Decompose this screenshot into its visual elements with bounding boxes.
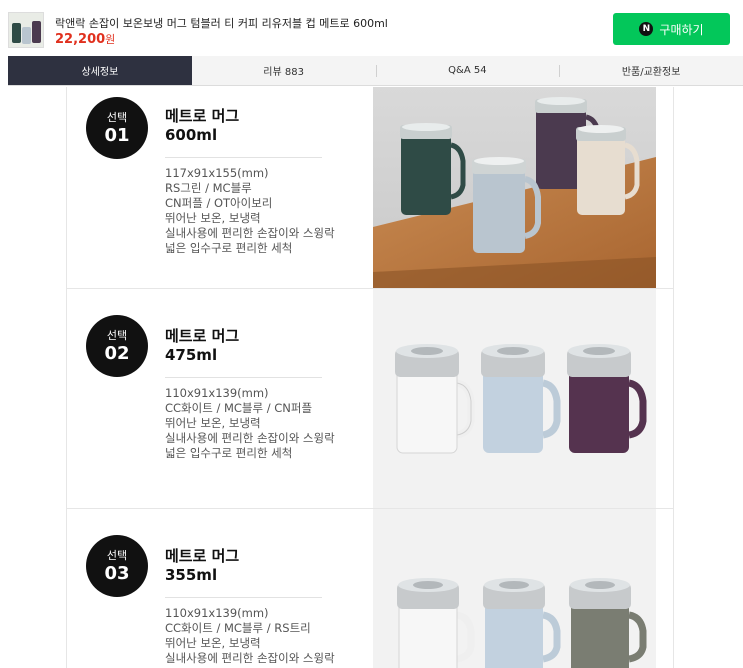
tab-qna[interactable]: Q&A 54 (375, 56, 560, 85)
tab-detail-info[interactable]: 상세정보 (8, 56, 192, 85)
option-badge: 선택 03 (86, 535, 148, 597)
option-size: 600ml (165, 126, 218, 144)
badge-number: 02 (104, 343, 130, 364)
detail-line: 뛰어난 보온, 보냉력 (165, 416, 261, 430)
option-name: 메트로 머그 475ml (165, 327, 239, 365)
option-title: 메트로 머그 (165, 107, 240, 125)
badge-label: 선택 (106, 549, 128, 562)
detail-line: 실내사용에 편리한 손잡이와 스윙락 (165, 651, 335, 665)
badge-number: 03 (104, 563, 130, 584)
option-details: 117x91x155(mm) RS그린 / MC블루 CN퍼플 / OT아이보리… (165, 166, 335, 256)
divider (165, 157, 322, 158)
product-header: 락앤락 손잡이 보온보냉 머그 텀블러 티 커피 리유저블 컵 메트로 600m… (0, 0, 743, 56)
detail-line: 실내사용에 편리한 손잡이와 스윙락 (165, 431, 335, 445)
detail-line: 110x91x139(mm) (165, 386, 269, 400)
product-price: 22,200원 (55, 31, 115, 47)
detail-tabs: 상세정보 리뷰 883 Q&A 54 반품/교환정보 (8, 56, 743, 86)
product-photo-475ml (373, 289, 656, 508)
option-size: 355ml (165, 566, 218, 584)
detail-line: 넓은 입수구로 편리한 세척 (165, 446, 293, 460)
detail-line: 117x91x155(mm) (165, 166, 269, 180)
product-thumbnail[interactable] (8, 12, 44, 48)
badge-label: 선택 (106, 111, 128, 124)
detail-line: CN퍼플 / OT아이보리 (165, 196, 273, 210)
divider (165, 377, 322, 378)
tab-return-exchange[interactable]: 반품/교환정보 (559, 56, 743, 85)
option-name: 메트로 머그 355ml (165, 547, 239, 585)
detail-line: 뛰어난 보온, 보냉력 (165, 636, 261, 650)
option-name: 메트로 머그 600ml (165, 107, 239, 145)
price-currency: 원 (105, 33, 116, 46)
option-details: 110x91x139(mm) CC화이트 / MC블루 / RS트리 뛰어난 보… (165, 606, 335, 666)
option-badge: 선택 02 (86, 315, 148, 377)
detail-line: 실내사용에 편리한 손잡이와 스윙락 (165, 226, 335, 240)
detail-line: RS그린 / MC블루 (165, 181, 252, 195)
option-title: 메트로 머그 (165, 547, 240, 565)
product-title: 락앤락 손잡이 보온보냉 머그 텀블러 티 커피 리유저블 컵 메트로 600m… (55, 17, 388, 30)
detail-content: 선택 01 메트로 머그 600ml 117x91x155(mm) RS그린 /… (66, 87, 674, 668)
buy-button-label: 구매하기 (659, 22, 704, 37)
option-badge: 선택 01 (86, 97, 148, 159)
product-photo-600ml (373, 87, 656, 288)
detail-line: CC화이트 / MC블루 / RS트리 (165, 621, 311, 635)
option-size: 475ml (165, 346, 218, 364)
price-value: 22,200 (55, 32, 106, 47)
detail-line: 뛰어난 보온, 보냉력 (165, 211, 261, 225)
option-section-03: 선택 03 메트로 머그 355ml 110x91x139(mm) CC화이트 … (67, 509, 673, 668)
option-details: 110x91x139(mm) CC화이트 / MC블루 / CN퍼플 뛰어난 보… (165, 386, 335, 461)
detail-line: 넓은 입수구로 편리한 세척 (165, 241, 293, 255)
tab-reviews[interactable]: 리뷰 883 (192, 56, 376, 85)
badge-label: 선택 (106, 329, 128, 342)
naver-n-icon: N (639, 22, 654, 36)
badge-number: 01 (104, 125, 130, 146)
option-section-01: 선택 01 메트로 머그 600ml 117x91x155(mm) RS그린 /… (67, 87, 673, 289)
product-photo-355ml (373, 509, 656, 668)
detail-line: 110x91x139(mm) (165, 606, 269, 620)
option-title: 메트로 머그 (165, 327, 240, 345)
detail-line: CC화이트 / MC블루 / CN퍼플 (165, 401, 313, 415)
option-section-02: 선택 02 메트로 머그 475ml 110x91x139(mm) CC화이트 … (67, 289, 673, 509)
buy-button[interactable]: N 구매하기 (613, 13, 730, 45)
divider (165, 597, 322, 598)
